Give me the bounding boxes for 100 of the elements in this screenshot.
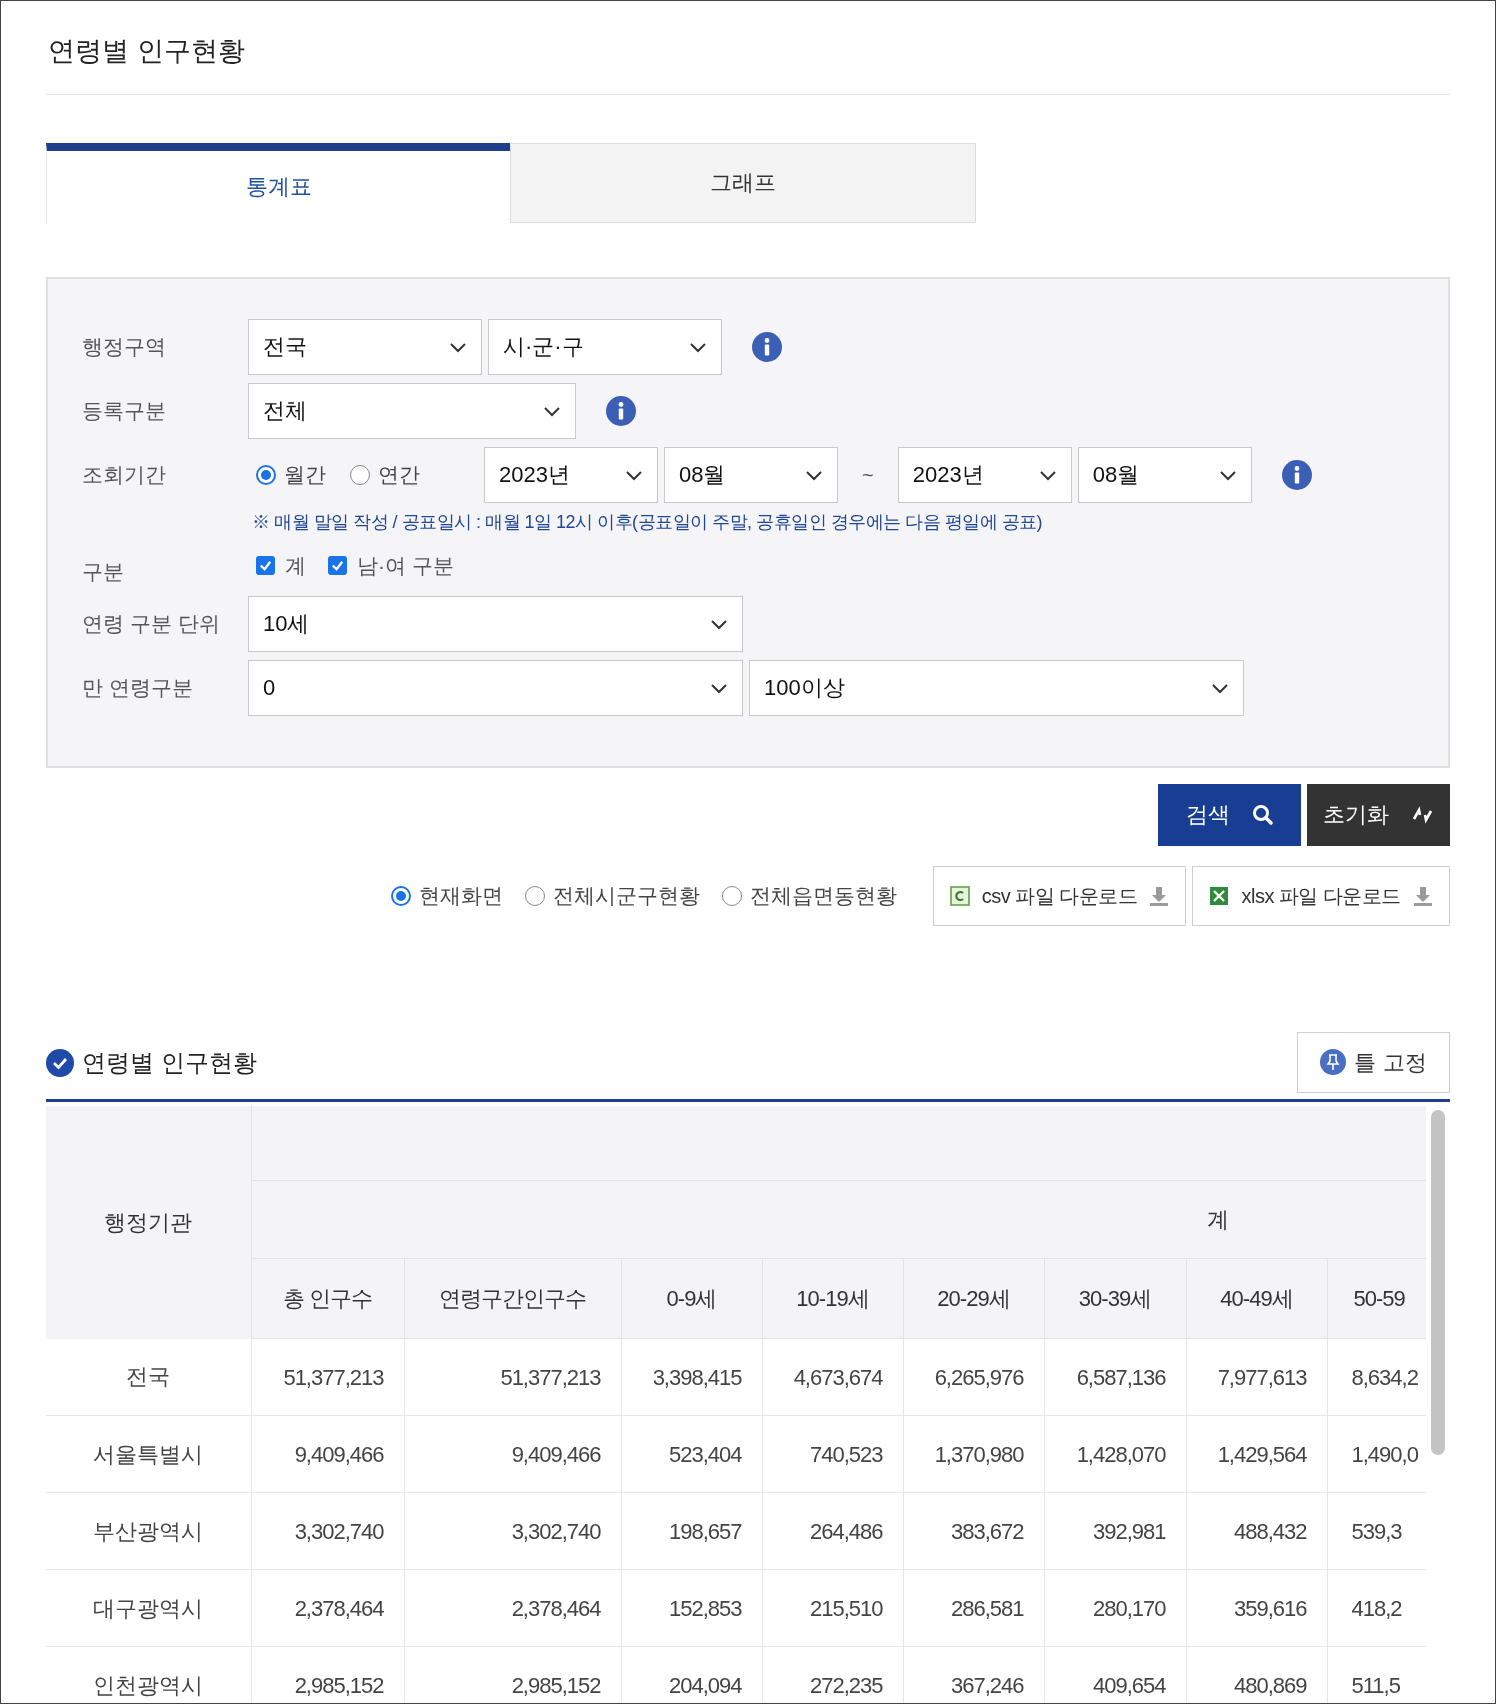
field-label: 구분 [82, 558, 125, 585]
table-cell: 152,853 [621, 1569, 762, 1647]
table-cell: 4,673,674 [762, 1338, 903, 1416]
tilde-separator: ~ [861, 462, 875, 488]
select-dropdown[interactable]: 2023년 [897, 446, 1072, 503]
table-cell: 740,523 [762, 1415, 903, 1493]
radio-option[interactable]: 월간 [256, 458, 326, 491]
check-circle-icon [46, 1049, 74, 1077]
table-cell: 367,246 [903, 1646, 1044, 1703]
spreadsheet-file-icon [949, 885, 970, 906]
table-cell: 1,370,980 [903, 1415, 1044, 1493]
table-cell: 383,672 [903, 1492, 1044, 1570]
field-label: 등록구분 [82, 397, 167, 424]
select-dropdown[interactable]: 08월 [664, 446, 838, 503]
table-cell: 6,587,136 [1044, 1338, 1186, 1416]
select-dropdown[interactable]: 08월 [1077, 446, 1252, 503]
table-cell: 3,302,740 [404, 1492, 621, 1570]
table-cell: 3,398,415 [621, 1338, 762, 1416]
table-cell: 51,377,213 [251, 1338, 404, 1416]
checkmark-icon [330, 558, 345, 573]
table-cell: 부산광역시 [46, 1492, 251, 1570]
select-dropdown[interactable]: 전체 [248, 382, 576, 439]
notice-text: ※ 매월 말일 작성 / 공표일시 : 매월 1일 12시 이후(공표일이 주말, 공휴일인 경우에는 다음 평일에 공표) [251, 510, 1044, 534]
freeze-panes-button[interactable]: 틀 고정 [1297, 1031, 1450, 1093]
select-dropdown[interactable]: 0 [248, 659, 743, 716]
table-cell: 대구광역시 [46, 1569, 251, 1647]
table-cell: 280,170 [1044, 1569, 1186, 1647]
table-header-cell: 30-39세 [1044, 1258, 1186, 1339]
table-header-cell: 행정기관 [46, 1105, 251, 1339]
table-cell: 2,378,464 [251, 1569, 404, 1647]
table-header-cell: 0-9세 [621, 1258, 762, 1339]
table-cell: 272,235 [762, 1646, 903, 1703]
page-title: 연령별 인구현황 [46, 1, 1450, 95]
download-icon [1149, 885, 1170, 906]
reset-button[interactable]: 초기화 [1307, 783, 1450, 846]
section-title: 연령별 인구현황 [82, 1048, 257, 1078]
table-header-cell: 10-19세 [762, 1258, 903, 1339]
table-cell: 서울특별시 [46, 1415, 251, 1493]
checkbox[interactable] [328, 556, 347, 575]
table-header-cell: 50-59 [1327, 1258, 1426, 1339]
table-cell: 511,5 [1327, 1646, 1426, 1703]
table-cell: 3,302,740 [251, 1492, 404, 1570]
table-cell: 539,3 [1327, 1492, 1426, 1570]
excel-file-icon [1209, 885, 1230, 906]
info-icon[interactable] [1281, 459, 1312, 490]
search-icon [1251, 803, 1274, 826]
tab[interactable]: 통계표 [46, 142, 510, 223]
download-button[interactable]: xlsx 파일 다운로드 [1192, 865, 1450, 926]
table-cell: 264,486 [762, 1492, 903, 1570]
table-cell: 418,2 [1327, 1569, 1426, 1647]
table-cell: 9,409,466 [404, 1415, 621, 1493]
select-dropdown[interactable]: 100이상 [749, 659, 1244, 716]
scrollbar-thumb[interactable] [1431, 1109, 1445, 1455]
table-cell: 392,981 [1044, 1492, 1186, 1570]
table-header-cell: 총 인구수 [251, 1258, 404, 1339]
table-cell: 409,654 [1044, 1646, 1186, 1703]
field-label: 만 연령구분 [82, 674, 194, 701]
checkbox-label[interactable]: 남·여 구분 [357, 549, 454, 582]
select-dropdown[interactable]: 시·군·구 [488, 318, 722, 375]
search-button[interactable]: 검색 [1158, 783, 1301, 846]
table-header-cell: 20-29세 [903, 1258, 1044, 1339]
radio-option[interactable]: 전체시군구현황 [524, 879, 700, 912]
field-label: 행정구역 [82, 333, 167, 360]
select-dropdown[interactable]: 10세 [248, 595, 743, 652]
checkbox[interactable] [256, 556, 275, 575]
table-cell: 7,977,613 [1186, 1338, 1327, 1416]
table-cell: 480,869 [1186, 1646, 1327, 1703]
download-button[interactable]: csv 파일 다운로드 [932, 865, 1187, 926]
table-cell: 9,409,466 [251, 1415, 404, 1493]
table-cell: 인천광역시 [46, 1646, 251, 1703]
table-cell: 215,510 [762, 1569, 903, 1647]
select-dropdown[interactable]: 전국 [248, 318, 482, 375]
download-icon [1413, 885, 1433, 906]
table-cell: 286,581 [903, 1569, 1044, 1647]
refresh-arrows-icon [1410, 803, 1435, 826]
field-label: 조회기간 [82, 461, 167, 488]
table-header-cell: 계 [1206, 1207, 1229, 1232]
table-cell: 488,432 [1186, 1492, 1327, 1570]
table-cell: 198,657 [621, 1492, 762, 1570]
select-dropdown[interactable]: 2023년 [484, 446, 658, 503]
radio-option[interactable]: 현재화면 [390, 879, 503, 912]
table-cell: 2,378,464 [404, 1569, 621, 1647]
checkbox-label[interactable]: 계 [285, 549, 306, 582]
table-cell: 전국 [46, 1338, 251, 1416]
table-cell: 6,265,976 [903, 1338, 1044, 1416]
tab[interactable]: 그래프 [510, 142, 976, 223]
table-cell: 2,985,152 [251, 1646, 404, 1703]
table-cell: 359,616 [1186, 1569, 1327, 1647]
table-cell: 1,428,070 [1044, 1415, 1186, 1493]
table-header-cell: 연령구간인구수 [404, 1258, 621, 1339]
field-label: 연령 구분 단위 [82, 610, 221, 637]
table-cell: 2,985,152 [404, 1646, 621, 1703]
info-icon[interactable] [606, 395, 636, 426]
table-header-cell: 40-49세 [1186, 1258, 1327, 1339]
radio-option[interactable]: 연간 [350, 458, 420, 491]
table-cell: 204,094 [621, 1646, 762, 1703]
info-icon[interactable] [752, 331, 782, 362]
radio-option[interactable]: 전체읍면동현황 [721, 879, 897, 912]
table-cell: 51,377,213 [404, 1338, 621, 1416]
table-cell: 523,404 [621, 1415, 762, 1493]
